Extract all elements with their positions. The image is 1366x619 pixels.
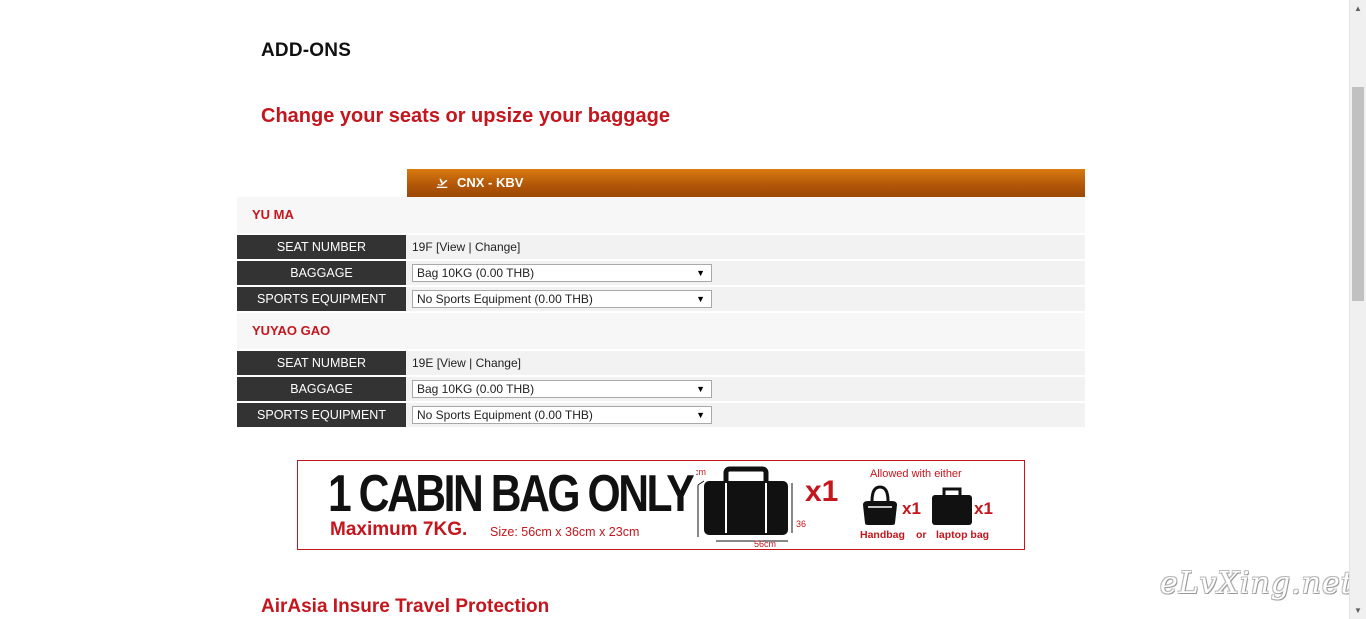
- passenger-block: YUYAO GAO SEAT NUMBER 19E [View | Change…: [237, 313, 1085, 427]
- cabin-bag-banner: 1 CABIN BAG ONLY Maximum 7KG. Size: 56cm…: [297, 460, 1025, 550]
- passenger-block: YU MA SEAT NUMBER 19F [View | Change] BA…: [237, 197, 1085, 311]
- flight-route-header: CNX - KBV: [407, 169, 1085, 197]
- seat-number-label: SEAT NUMBER: [237, 235, 406, 259]
- seat-value: 19F [View | Change]: [406, 235, 1085, 259]
- page-content: ADD-ONS Change your seats or upsize your…: [0, 0, 1349, 619]
- sports-row: SPORTS EQUIPMENT No Sports Equipment (0.…: [237, 287, 1085, 311]
- cabin-bag-height-label: 36cm: [796, 519, 806, 529]
- dropdown-arrow-icon: ▼: [696, 410, 705, 420]
- sports-equipment-label: SPORTS EQUIPMENT: [237, 287, 406, 311]
- seat-number-label: SEAT NUMBER: [237, 351, 406, 375]
- baggage-select[interactable]: Bag 10KG (0.00 THB) ▼: [412, 264, 712, 282]
- sports-row: SPORTS EQUIPMENT No Sports Equipment (0.…: [237, 403, 1085, 427]
- handbag-icon: [863, 485, 897, 525]
- or-label: or: [916, 529, 927, 541]
- laptop-bag-quantity: x1: [974, 499, 993, 518]
- baggage-label: BAGGAGE: [237, 261, 406, 285]
- section-title: Change your seats or upsize your baggage: [261, 105, 670, 127]
- scrollbar-thumb[interactable]: [1352, 87, 1364, 301]
- page-title: ADD-ONS: [261, 40, 352, 61]
- sports-selected-value: No Sports Equipment (0.00 THB): [417, 292, 593, 306]
- seat-number: 19F: [412, 240, 433, 254]
- scroll-up-arrow-icon[interactable]: ▲: [1350, 0, 1366, 17]
- dropdown-arrow-icon: ▼: [696, 268, 705, 278]
- seat-view-change-link[interactable]: [View | Change]: [436, 235, 520, 259]
- cabin-bag-max-weight: Maximum 7KG.: [330, 519, 468, 540]
- suitcase-icon: 23cm 36cm 56cm: [696, 466, 806, 547]
- dropdown-arrow-icon: ▼: [696, 294, 705, 304]
- scroll-down-arrow-icon[interactable]: ▼: [1350, 602, 1366, 619]
- laptop-bag-label: laptop bag: [936, 529, 990, 541]
- handbag-label: Handbag: [860, 529, 905, 541]
- baggage-row: BAGGAGE Bag 10KG (0.00 THB) ▼: [237, 261, 1085, 285]
- vertical-scrollbar[interactable]: ▲ ▼: [1349, 0, 1366, 619]
- seat-row: SEAT NUMBER 19F [View | Change]: [237, 235, 1085, 259]
- seat-number: 19E: [412, 356, 434, 370]
- seat-value: 19E [View | Change]: [406, 351, 1085, 375]
- baggage-select[interactable]: Bag 10KG (0.00 THB) ▼: [412, 380, 712, 398]
- baggage-selected-value: Bag 10KG (0.00 THB): [417, 382, 535, 396]
- cabin-bag-quantity: x1: [805, 475, 839, 508]
- laptop-bag-icon: [932, 487, 972, 525]
- cabin-bag-size: Size: 56cm x 36cm x 23cm: [490, 525, 640, 539]
- seat-view-change-link[interactable]: [View | Change]: [437, 351, 521, 375]
- allowed-with-text: Allowed with either: [870, 468, 962, 480]
- baggage-row: BAGGAGE Bag 10KG (0.00 THB) ▼: [237, 377, 1085, 401]
- cabin-bag-title: 1 CABIN BAG ONLY: [328, 465, 695, 523]
- flight-route: CNX - KBV: [457, 175, 524, 190]
- passenger-name: YU MA: [237, 197, 1085, 233]
- cabin-bag-depth-label: 23cm: [696, 467, 706, 477]
- sports-equipment-select[interactable]: No Sports Equipment (0.00 THB) ▼: [412, 406, 712, 424]
- cabin-bag-width-label: 56cm: [754, 539, 776, 547]
- sports-equipment-label: SPORTS EQUIPMENT: [237, 403, 406, 427]
- insurance-section-title: AirAsia Insure Travel Protection: [261, 596, 550, 617]
- baggage-label: BAGGAGE: [237, 377, 406, 401]
- seat-row: SEAT NUMBER 19E [View | Change]: [237, 351, 1085, 375]
- dropdown-arrow-icon: ▼: [696, 384, 705, 394]
- watermark: eLvXing.net: [1160, 566, 1349, 601]
- passenger-name: YUYAO GAO: [237, 313, 1085, 349]
- baggage-selected-value: Bag 10KG (0.00 THB): [417, 266, 535, 280]
- sports-selected-value: No Sports Equipment (0.00 THB): [417, 408, 593, 422]
- handbag-quantity: x1: [902, 499, 921, 518]
- sports-equipment-select[interactable]: No Sports Equipment (0.00 THB) ▼: [412, 290, 712, 308]
- plane-takeoff-icon: [436, 178, 448, 189]
